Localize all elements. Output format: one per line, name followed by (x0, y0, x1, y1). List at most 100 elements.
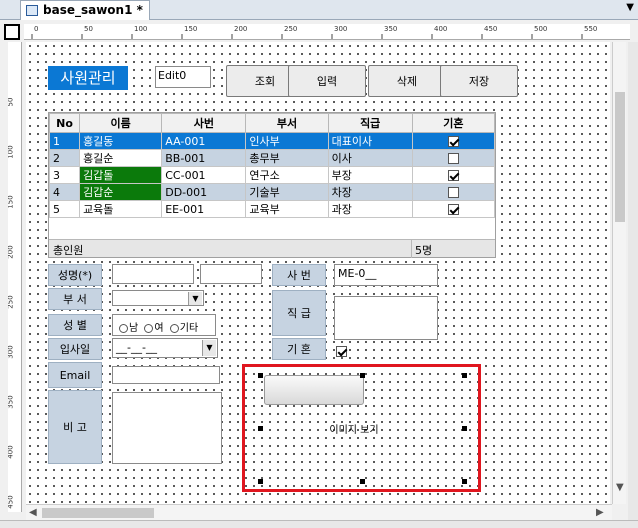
row-dept[interactable]: 인사부 (245, 132, 329, 150)
column-header[interactable]: 부서 (245, 113, 329, 133)
checkbox-unchecked-icon[interactable] (447, 153, 459, 164)
row-no: 2 (48, 149, 81, 167)
side-panel-edge (628, 42, 638, 528)
form-design-surface[interactable]: 사원관리 Edit0 조회 입력 삭제 저장 No 이름 사번 부서 직급 기혼 (26, 42, 610, 504)
row-dept[interactable]: 기술부 (245, 183, 329, 201)
tab-title: base_sawon1 * (43, 3, 143, 17)
grid-header-row: No 이름 사번 부서 직급 기혼 (48, 113, 496, 133)
note-textarea[interactable] (112, 392, 222, 464)
form-icon (26, 5, 38, 16)
scroll-left-icon[interactable]: ◀ (29, 507, 37, 518)
checkbox-checked-icon[interactable] (447, 204, 459, 215)
column-header[interactable]: 이름 (79, 113, 163, 133)
ruler-label: 450 (8, 495, 15, 509)
employee-grid[interactable]: No 이름 사번 부서 직급 기혼 1 홍길동 AA-001 인사부 대표이사 (48, 112, 496, 258)
table-row[interactable]: 5 교육돌 EE-001 교육부 과장 (48, 200, 496, 218)
row-name[interactable]: 홍길순 (79, 149, 163, 167)
edit0-field[interactable]: Edit0 (155, 66, 211, 88)
row-rank[interactable]: 과장 (327, 200, 413, 218)
row-no: 4 (48, 183, 81, 201)
row-rank[interactable]: 부장 (327, 166, 413, 184)
join-date-field[interactable]: __-__-__ ▼ (112, 338, 218, 358)
row-id[interactable]: BB-001 (161, 149, 247, 167)
table-row[interactable]: 2 홍길순 BB-001 총무부 이사 (48, 149, 496, 167)
column-header[interactable]: 직급 (327, 113, 413, 133)
calendar-dropdown-icon[interactable]: ▼ (202, 340, 216, 356)
name-label: 성명(*) (48, 264, 102, 286)
row-rank[interactable]: 대표이사 (327, 132, 413, 150)
married-checkbox[interactable] (336, 346, 347, 357)
gender-label: 성 별 (48, 314, 102, 336)
row-no: 1 (48, 132, 81, 150)
ruler-label: 50 (8, 97, 15, 107)
save-button[interactable]: 저장 (440, 65, 518, 97)
row-name[interactable]: 김갑돌 (79, 166, 163, 184)
row-rank[interactable]: 이사 (327, 149, 413, 167)
column-header[interactable]: 사번 (161, 113, 247, 133)
scroll-down-icon[interactable]: ▼ (616, 482, 624, 493)
dept-combobox[interactable]: ▼ (112, 290, 204, 306)
row-name[interactable]: 홍길동 (79, 132, 163, 150)
ruler-label: 100 (8, 145, 15, 159)
ruler-label: 200 (234, 25, 248, 33)
row-married[interactable] (411, 166, 496, 184)
horizontal-scrollbar[interactable]: ◀ ▶ (26, 504, 612, 520)
scroll-thumb[interactable] (615, 92, 625, 222)
row-name[interactable]: 김갑순 (79, 183, 163, 201)
row-married[interactable] (411, 183, 496, 201)
row-no: 3 (48, 166, 81, 184)
ruler-label: 250 (284, 25, 298, 33)
ruler-label: 450 (484, 25, 498, 33)
chevron-down-icon[interactable]: ▼ (626, 2, 634, 13)
ruler-label: 250 (8, 295, 15, 309)
row-rank[interactable]: 차장 (327, 183, 413, 201)
gender-option: 여 (154, 323, 164, 334)
tab-base-sawon1[interactable]: base_sawon1 * (20, 0, 150, 20)
ruler-label: 350 (8, 395, 15, 409)
row-id[interactable]: AA-001 (161, 132, 247, 150)
radio-female-icon[interactable] (144, 323, 154, 333)
chevron-down-icon[interactable]: ▼ (188, 292, 202, 305)
email-field[interactable] (112, 366, 220, 384)
row-id[interactable]: EE-001 (161, 200, 247, 218)
footer-separator (411, 240, 412, 258)
join-date-label: 입사일 (48, 338, 102, 360)
checkbox-unchecked-icon[interactable] (447, 187, 459, 198)
delete-button[interactable]: 삭제 (368, 65, 446, 97)
column-header[interactable]: No (48, 113, 81, 133)
table-row[interactable]: 1 홍길동 AA-001 인사부 대표이사 (48, 132, 496, 150)
row-married[interactable] (411, 149, 496, 167)
vertical-ruler: 50 100 150 200 250 300 350 400 450 (8, 42, 22, 512)
table-row[interactable]: 4 김갑순 DD-001 기술부 차장 (48, 183, 496, 201)
ruler-label: 350 (384, 25, 398, 33)
row-married[interactable] (411, 132, 496, 150)
table-row[interactable]: 3 김갑돌 CC-001 연구소 부장 (48, 166, 496, 184)
row-dept[interactable]: 총무부 (245, 149, 329, 167)
vertical-scrollbar[interactable]: ▼ (612, 42, 626, 504)
form-title-label[interactable]: 사원관리 (48, 66, 128, 90)
ruler-label: 400 (434, 25, 448, 33)
scroll-thumb[interactable] (42, 508, 154, 518)
name-field-2[interactable] (200, 264, 262, 284)
insert-button[interactable]: 입력 (288, 65, 366, 97)
name-field[interactable] (112, 264, 194, 284)
row-name[interactable]: 교육돌 (79, 200, 163, 218)
scroll-right-icon[interactable]: ▶ (596, 507, 604, 518)
column-header[interactable]: 기혼 (411, 113, 496, 133)
row-dept[interactable]: 교육부 (245, 200, 329, 218)
radio-male-icon[interactable] (119, 323, 128, 333)
checkbox-checked-icon[interactable] (447, 170, 459, 181)
rank-field[interactable] (334, 296, 438, 340)
row-married[interactable] (411, 200, 496, 218)
row-dept[interactable]: 연구소 (245, 166, 329, 184)
row-id[interactable]: CC-001 (161, 166, 247, 184)
ruler-label: 200 (8, 245, 15, 259)
radio-other-icon[interactable] (169, 323, 179, 333)
footer-total-count: 5명 (415, 244, 433, 257)
row-id[interactable]: DD-001 (161, 183, 247, 201)
grid-footer: 총인원 5명 (49, 239, 495, 258)
gender-radio-group[interactable]: 남 여 기타 (112, 314, 216, 336)
empno-field[interactable]: ME-0__ (334, 264, 438, 286)
checkbox-checked-icon[interactable] (447, 136, 459, 147)
footer-total-label: 총인원 (53, 244, 84, 257)
